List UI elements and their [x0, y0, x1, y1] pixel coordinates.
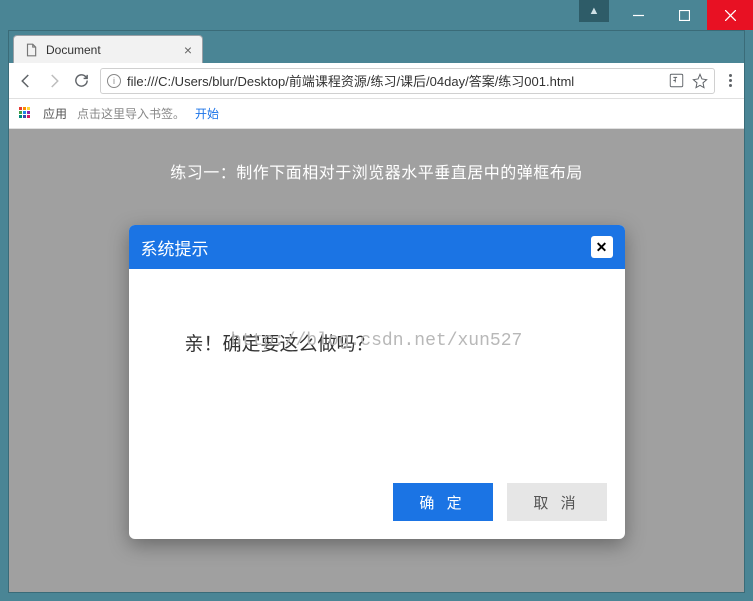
window-titlebar: ▲ — [0, 0, 753, 30]
tab-close-icon[interactable]: × — [184, 42, 192, 58]
browser-tab[interactable]: Document × — [13, 35, 203, 63]
close-icon — [725, 10, 736, 21]
apps-icon[interactable] — [19, 107, 33, 121]
minimize-button[interactable] — [615, 0, 661, 30]
apps-label[interactable]: 应用 — [43, 105, 67, 122]
profile-icon[interactable]: ▲ — [579, 0, 609, 22]
dialog-title: 系统提示 — [141, 235, 209, 260]
bookmarks-hint: 点击这里导入书签。 — [77, 105, 185, 122]
tab-title: Document — [46, 43, 101, 57]
confirm-button[interactable]: 确 定 — [393, 483, 493, 521]
reload-button[interactable] — [73, 72, 90, 89]
dialog-header: 系统提示 ✕ — [129, 225, 625, 269]
reload-icon — [73, 72, 90, 89]
page-viewport: 练习一：制作下面相对于浏览器水平垂直居中的弹框布局 http://blog.cs… — [9, 129, 744, 592]
browser-window: Document × i file:///C:/Users/blur/Deskt… — [8, 30, 745, 593]
file-icon — [24, 43, 38, 57]
page-info-icon[interactable]: i — [107, 74, 121, 88]
bookmarks-start-link[interactable]: 开始 — [195, 105, 219, 122]
maximize-icon — [679, 10, 690, 21]
cancel-button[interactable]: 取 消 — [507, 483, 607, 521]
minimize-icon — [633, 10, 644, 21]
dialog-body: 亲！确定要这么做吗？ — [129, 269, 625, 469]
maximize-button[interactable] — [661, 0, 707, 30]
star-icon[interactable] — [692, 73, 708, 89]
page-heading: 练习一：制作下面相对于浏览器水平垂直居中的弹框布局 — [9, 159, 744, 183]
dialog-footer: 确 定 取 消 — [129, 469, 625, 539]
arrow-left-icon — [17, 72, 35, 90]
address-bar[interactable]: i file:///C:/Users/blur/Desktop/前端课程资源/练… — [100, 68, 715, 94]
arrow-right-icon — [45, 72, 63, 90]
browser-toolbar: i file:///C:/Users/blur/Desktop/前端课程资源/练… — [9, 63, 744, 99]
bookmarks-bar: 应用 点击这里导入书签。 开始 — [9, 99, 744, 129]
translate-icon[interactable] — [669, 73, 684, 88]
dialog-message: 亲！确定要这么做吗？ — [185, 334, 375, 355]
window-controls: ▲ — [579, 0, 753, 30]
dialog-close-button[interactable]: ✕ — [591, 236, 613, 258]
close-icon: ✕ — [596, 239, 608, 256]
browser-menu-button[interactable] — [725, 74, 736, 87]
window-close-button[interactable] — [707, 0, 753, 30]
modal-dialog: 系统提示 ✕ 亲！确定要这么做吗？ 确 定 取 消 — [129, 225, 625, 539]
back-button[interactable] — [17, 72, 35, 90]
forward-button[interactable] — [45, 72, 63, 90]
url-text: file:///C:/Users/blur/Desktop/前端课程资源/练习/… — [127, 71, 663, 90]
tab-strip: Document × — [9, 31, 744, 63]
